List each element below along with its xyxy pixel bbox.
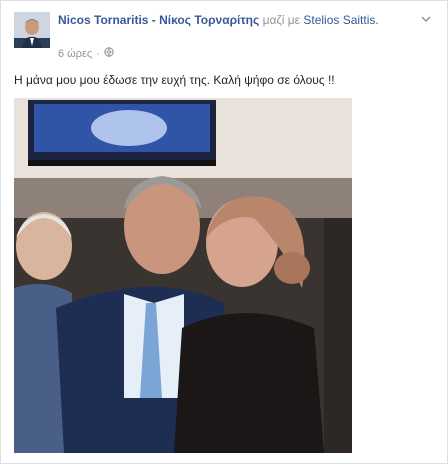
- post-timestamp[interactable]: 6 ώρες: [58, 48, 92, 60]
- meta-separator: ·: [96, 47, 100, 60]
- chevron-down-icon[interactable]: [419, 13, 433, 27]
- author-avatar[interactable]: [14, 12, 50, 48]
- author-name-link[interactable]: Nicos Tornaritis - Νίκος Τορναρίτης: [58, 13, 259, 27]
- post-photo[interactable]: [14, 98, 352, 453]
- with-label: μαζί με: [262, 13, 301, 27]
- post-message: Η μάνα μου μου έδωσε την ευχή της. Καλή …: [14, 73, 335, 87]
- globe-icon: [104, 47, 114, 60]
- post-header: Nicos Tornaritis - Νίκος Τορναρίτης μαζί…: [58, 12, 388, 28]
- feed-post: Nicos Tornaritis - Νίκος Τορναρίτης μαζί…: [0, 0, 448, 464]
- post-meta: 6 ώρες ·: [58, 47, 114, 60]
- tagged-person-link[interactable]: Stelios Saittis.: [303, 13, 378, 27]
